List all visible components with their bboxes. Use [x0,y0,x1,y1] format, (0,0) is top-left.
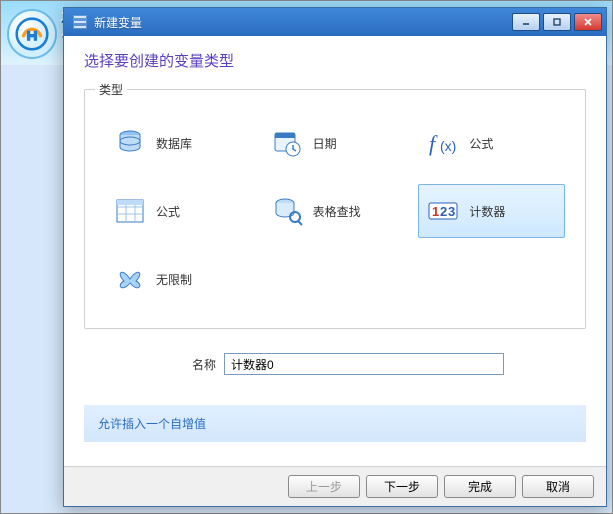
site-logo [7,9,57,59]
counter-icon: 1 2 3 [427,195,459,227]
type-label: 日期 [313,135,337,152]
types-group-label: 类型 [95,81,127,98]
maximize-button[interactable] [543,13,571,31]
svg-text:f: f [429,131,438,156]
minimize-button[interactable] [512,13,540,31]
type-label: 数据库 [156,135,192,152]
finish-button[interactable]: 完成 [444,475,516,498]
table-icon [114,195,146,227]
type-label: 公式 [469,135,493,152]
back-button[interactable]: 上一步 [288,475,360,498]
button-bar: 上一步 下一步 完成 取消 [64,466,606,506]
svg-text:2: 2 [440,204,447,219]
svg-text:1: 1 [432,204,439,219]
new-variable-dialog: 新建变量 选择要创建的变量类型 类型 [63,7,607,507]
app-icon [72,14,88,30]
type-option-counter[interactable]: 1 2 3 计数器 [418,184,565,238]
type-option-formula-fx[interactable]: f (x) 公式 [418,116,565,170]
type-option-database[interactable]: 数据库 [105,116,252,170]
date-icon [271,127,303,159]
next-button[interactable]: 下一步 [366,475,438,498]
type-label: 表格查找 [313,203,361,220]
svg-text:(x): (x) [440,138,456,154]
close-button[interactable] [574,13,602,31]
type-option-table-lookup[interactable]: 表格查找 [262,184,409,238]
butterfly-icon [114,263,146,295]
type-option-unlimited[interactable]: 无限制 [105,252,252,306]
type-label: 公式 [156,203,180,220]
titlebar: 新建变量 [64,8,606,36]
cancel-button[interactable]: 取消 [522,475,594,498]
svg-text:3: 3 [448,204,455,219]
database-icon [114,127,146,159]
page-heading: 选择要创建的变量类型 [84,50,586,71]
type-option-date[interactable]: 日期 [262,116,409,170]
hint-bar: 允许插入一个自增值 [84,405,586,442]
database-lookup-icon [271,195,303,227]
name-label: 名称 [84,356,224,373]
window-title: 新建变量 [94,14,512,31]
types-group: 类型 数据库 [84,89,586,329]
fx-icon: f (x) [427,127,459,159]
type-option-formula-table[interactable]: 公式 [105,184,252,238]
type-label: 无限制 [156,271,192,288]
type-label: 计数器 [469,203,505,220]
name-input[interactable] [224,353,504,375]
